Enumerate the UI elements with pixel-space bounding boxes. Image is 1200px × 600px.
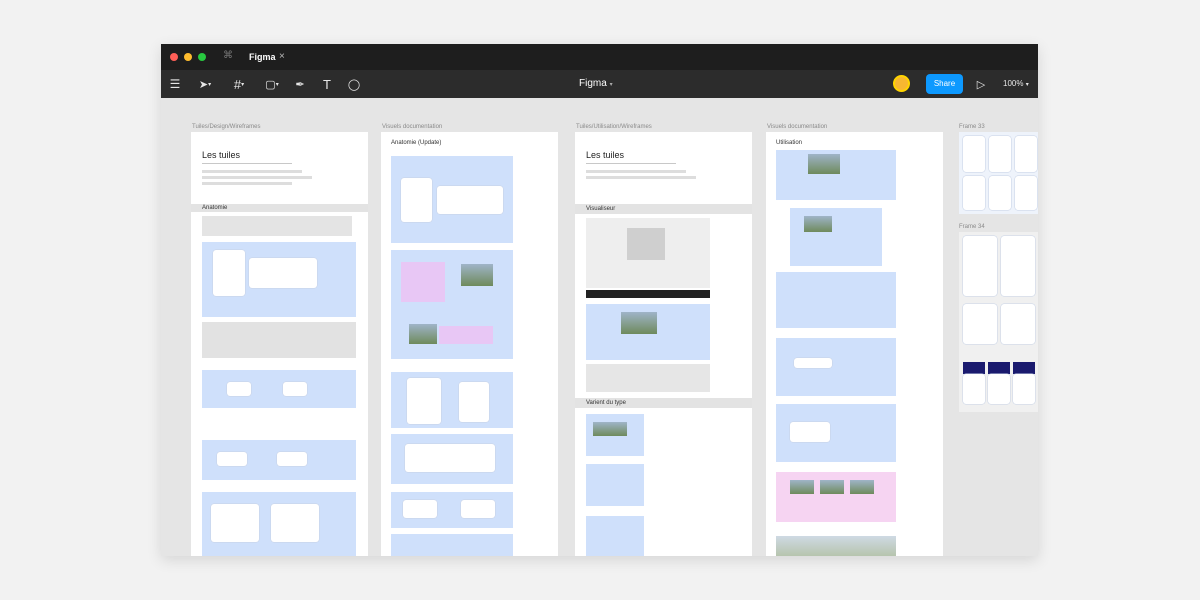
- frame-label[interactable]: Tuiles/Design/Wireframes: [192, 124, 260, 130]
- frame-utilisation[interactable]: Utilisation: [766, 132, 943, 556]
- minimize-window-button[interactable]: [184, 53, 192, 61]
- frame-label[interactable]: Tuiles/Utilisation/Wireframes: [576, 124, 652, 130]
- chevron-down-icon: ▾: [1025, 82, 1029, 88]
- frame-34[interactable]: [959, 232, 1038, 412]
- figma-window: ⌘ Figma × ☰ ➤ ▾ # ▾ ▢ ▾ ✒ T ◯ Figma ▾ Share…: [161, 44, 1038, 556]
- file-title[interactable]: Figma ▾: [579, 70, 613, 98]
- section-title: Varient du type: [586, 400, 626, 406]
- file-tab[interactable]: Figma ×: [249, 44, 324, 70]
- avatar[interactable]: [893, 75, 910, 92]
- frame-tuiles-utilisation[interactable]: Les tuiles Visualiseur Varient du type: [575, 132, 752, 556]
- chevron-down-icon: ▾: [609, 82, 613, 88]
- frame-heading: Les tuiles: [202, 150, 241, 160]
- frame-label[interactable]: Frame 34: [959, 224, 985, 230]
- frame-33[interactable]: [959, 132, 1038, 214]
- file-title-text: Figma: [579, 78, 607, 89]
- frame-heading: Utilisation: [776, 140, 803, 146]
- play-icon[interactable]: ▷: [975, 76, 987, 92]
- frame-tuiles-design[interactable]: Les tuiles Anatomie: [191, 132, 368, 556]
- title-bar: ⌘ Figma ×: [161, 44, 1038, 70]
- share-button[interactable]: Share: [926, 74, 963, 94]
- close-window-button[interactable]: [170, 53, 178, 61]
- pen-tool-icon[interactable]: ✒: [293, 76, 307, 92]
- frame-tool-icon[interactable]: # ▾: [229, 76, 249, 92]
- canvas[interactable]: Tuiles/Design/Wireframes Les tuiles Anat…: [161, 98, 1038, 556]
- section-title: Visualiseur: [586, 206, 616, 212]
- frame-heading: Anatomie (Update): [391, 140, 442, 146]
- maximize-window-button[interactable]: [198, 53, 206, 61]
- frame-label[interactable]: Frame 33: [959, 124, 985, 130]
- frame-anatomie-update[interactable]: Anatomie (Update): [381, 132, 558, 556]
- figma-logo-icon: ⌘: [223, 50, 233, 61]
- toolbar: ☰ ➤ ▾ # ▾ ▢ ▾ ✒ T ◯ Figma ▾ Share ▷ 100% ▾: [161, 70, 1038, 98]
- close-tab-icon[interactable]: ×: [279, 44, 285, 70]
- text-tool-icon[interactable]: T: [320, 76, 334, 92]
- zoom-control[interactable]: 100% ▾: [1003, 70, 1029, 98]
- section-title: Anatomie: [202, 205, 228, 211]
- frame-label[interactable]: Visuels documentation: [382, 124, 442, 130]
- move-tool-icon[interactable]: ➤ ▾: [195, 76, 215, 92]
- file-tab-title: Figma: [249, 52, 276, 62]
- frame-label[interactable]: Visuels documentation: [767, 124, 827, 130]
- zoom-value: 100%: [1003, 79, 1024, 88]
- shape-tool-icon[interactable]: ▢ ▾: [261, 76, 283, 92]
- comment-tool-icon[interactable]: ◯: [347, 76, 361, 92]
- menu-icon[interactable]: ☰: [167, 76, 183, 92]
- frame-heading: Les tuiles: [586, 150, 625, 160]
